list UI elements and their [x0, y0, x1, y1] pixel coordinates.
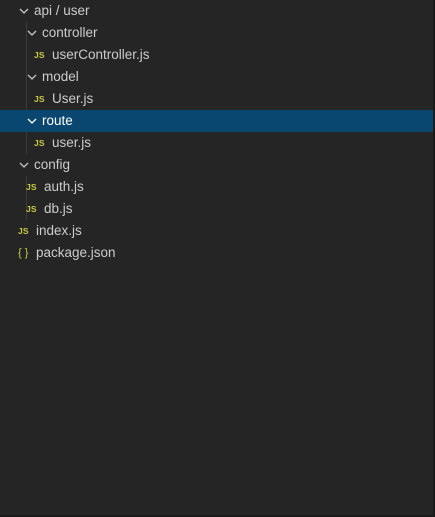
js-file-icon: JS [34, 94, 45, 104]
tree-item-label: db.js [44, 201, 73, 216]
tree-file-index-js[interactable]: JS index.js [0, 220, 433, 242]
tree-file-package-json[interactable]: { } package.json [0, 242, 433, 264]
js-file-icon: JS [34, 138, 45, 148]
tree-file-user-model-js[interactable]: JS User.js [0, 88, 433, 110]
tree-item-label: api / user [34, 3, 90, 18]
js-file-icon: JS [26, 182, 37, 192]
tree-file-db-js[interactable]: JS db.js [0, 198, 433, 220]
js-file-icon: JS [26, 204, 37, 214]
tree-item-label: index.js [36, 223, 82, 238]
tree-item-label: controller [42, 25, 98, 40]
tree-file-user-route-js[interactable]: JS user.js [0, 132, 433, 154]
tree-item-label: config [34, 157, 71, 172]
js-file-icon: JS [18, 226, 29, 236]
tree-folder-model[interactable]: model [0, 66, 433, 88]
chevron-down-icon [26, 27, 38, 39]
tree-item-label: User.js [52, 91, 94, 106]
tree-item-label: auth.js [44, 179, 84, 194]
tree-file-usercontroller-js[interactable]: JS userController.js [0, 44, 433, 66]
chevron-down-icon [26, 115, 38, 127]
tree-folder-route[interactable]: route [0, 110, 433, 132]
tree-folder-controller[interactable]: controller [0, 22, 433, 44]
tree-item-label: package.json [36, 245, 116, 260]
tree-item-label: user.js [52, 135, 92, 150]
file-explorer: api / user controller JS userController.… [0, 0, 435, 517]
chevron-down-icon [18, 159, 30, 171]
tree-folder-api-user[interactable]: api / user [0, 0, 433, 22]
tree-file-auth-js[interactable]: JS auth.js [0, 176, 433, 198]
tree-folder-config[interactable]: config [0, 154, 433, 176]
chevron-down-icon [26, 71, 38, 83]
tree-item-label: route [42, 113, 73, 128]
js-file-icon: JS [34, 50, 45, 60]
json-file-icon: { } [18, 247, 29, 259]
tree-item-label: model [42, 69, 79, 84]
tree-item-label: userController.js [52, 47, 150, 62]
chevron-down-icon [18, 5, 30, 17]
